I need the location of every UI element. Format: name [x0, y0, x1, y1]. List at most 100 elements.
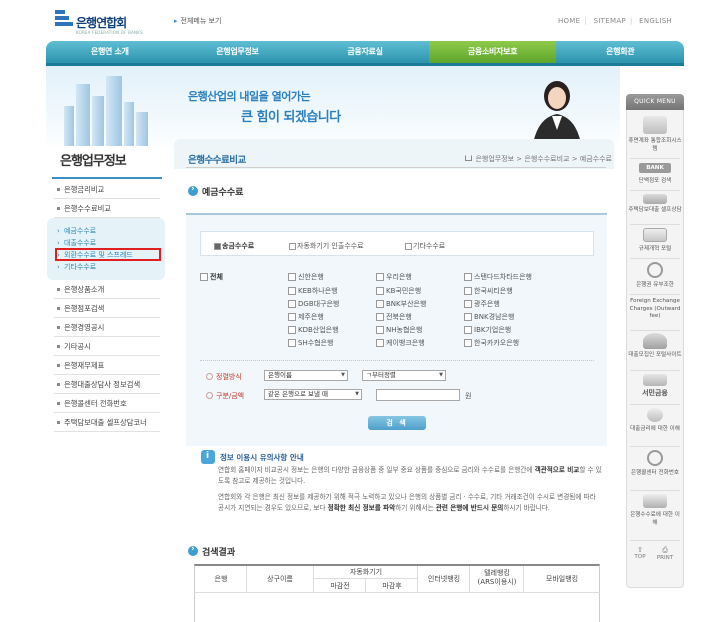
checkbox-bank[interactable]: 우리은행 [376, 272, 412, 282]
search-button[interactable]: 검 색 [368, 416, 426, 430]
english-link[interactable]: ENGLISH [639, 17, 672, 25]
gnb-item-bank-info[interactable]: 은행업무정보 [174, 41, 302, 63]
sidebar-sub-deposit-fee[interactable]: 예금수수료 [56, 225, 96, 237]
filter-divider [200, 360, 594, 361]
checkbox-bank[interactable]: 제주은행 [288, 312, 324, 322]
checkbox-bank[interactable]: 전북은행 [376, 312, 412, 322]
sidebar-item-products[interactable]: 은행상품소개 [54, 280, 160, 299]
highlight-box [55, 248, 161, 261]
quick-item-loan-rate[interactable]: 대출금리에 대한 이해 [628, 426, 682, 434]
quick-item-loan-agent-portal[interactable]: 대출모집인 포털사이트 [628, 352, 682, 360]
banner-person-image [532, 81, 582, 150]
sort-order-select[interactable]: ㄱ부터정렬 [362, 370, 446, 381]
col-atm-after: 마감후 [382, 582, 402, 590]
col-internet: 인터넷뱅킹 [427, 575, 461, 583]
sidebar-item-rate-compare[interactable]: 은행금리비교 [54, 180, 160, 199]
gnb-item-consumer[interactable]: 금융소비자보호 [428, 41, 557, 63]
sidebar-sub-other-fee[interactable]: 기타수수료 [56, 261, 96, 273]
quick-item-branch-search[interactable]: 단백점포 검색 [628, 178, 682, 186]
gnb-item-library[interactable]: 금융자료실 [301, 41, 429, 63]
sidebar-item-management[interactable]: 은행경영공시 [54, 318, 160, 337]
people-icon [643, 333, 667, 349]
all-menu-link[interactable]: 전체메뉴 보기 [174, 16, 222, 26]
sitemap-link[interactable]: SITEMAP [594, 17, 626, 25]
logo-icon [55, 10, 73, 26]
checkbox-bank[interactable]: KEB하나은행 [288, 286, 338, 296]
col-atm: 자동화기기 [349, 568, 383, 576]
result-title-text: 검색결과 [202, 548, 236, 558]
checkbox-bank[interactable]: KDB산업은행 [288, 325, 339, 335]
checkbox-bank[interactable]: BNK경남은행 [464, 312, 514, 322]
sidebar-item-mortgage-self[interactable]: 주택담보대출 셀프상담코너 [54, 413, 160, 432]
sidebar-item-loan-agent[interactable]: 은행대출상담사 정보검색 [54, 375, 160, 394]
tab-remittance-fee[interactable]: 송금수수료 [214, 241, 254, 251]
quick-item-microfinance[interactable]: 서민금융 [628, 389, 682, 398]
header-divider [186, 167, 606, 168]
checkbox-all-banks[interactable]: 전체 [200, 272, 223, 282]
col-telebanking: 텔레뱅킹 (ARS이용시) [477, 569, 517, 586]
quick-item-callcenter[interactable]: 은행콜센터 전화번호 [628, 470, 682, 478]
remit-type-select[interactable]: 같은 은행으로 보낼 때 [264, 389, 362, 400]
checkbox-bank[interactable]: 케이뱅크은행 [376, 338, 425, 348]
checkbox-bank[interactable]: 신한은행 [288, 272, 324, 282]
logo[interactable]: 은행연합회 KOREA FEDERATION OF BANKS [52, 8, 152, 38]
notice-paragraph-2: 연합회와 각 은행은 최신 정보를 제공하기 위해 적극 노력하고 있으나 은행… [218, 493, 596, 512]
sidebar-item-fee-compare[interactable]: 은행수수료비교 [54, 199, 160, 218]
house-icon [643, 194, 667, 204]
home-link[interactable]: HOME [558, 17, 580, 25]
checkbox-bank[interactable]: 스탠다드차타드은행 [464, 272, 532, 282]
coins-icon [643, 494, 667, 508]
checkbox-bank[interactable]: KB국민은행 [376, 286, 421, 296]
print-button[interactable]: ⎙ PRINT [654, 546, 676, 561]
logo-subtext: KOREA FEDERATION OF BANKS [76, 30, 143, 35]
quick-item-fee-guide[interactable]: 은행수수료에 대한 이해 [628, 512, 682, 527]
checkbox-bank[interactable]: IBK기업은행 [464, 325, 511, 335]
quick-item-regulation-portal[interactable]: 규제개혁 포털 [628, 246, 682, 254]
notice-paragraph-1: 연합회 홈페이지 비교공시 정보는 은행의 다양한 금융상품 중 일부 중요 상… [218, 466, 602, 485]
sidebar-item-other-disclosure[interactable]: 기타공시 [54, 337, 160, 356]
arrow-circle-icon [188, 184, 198, 196]
amount-input[interactable] [376, 389, 460, 401]
gnb-item-hall[interactable]: 은행회관 [556, 41, 684, 63]
sidebar-item-financials[interactable]: 은행재무제표 [54, 356, 160, 375]
quick-item-mortgage-self[interactable]: 주택담보대출 셀프상담 [628, 207, 682, 215]
printer-icon: ⎙ [662, 546, 668, 554]
quick-menu-title: QUICK MENU [626, 94, 684, 110]
checkbox-bank[interactable]: 한국카카오은행 [464, 338, 519, 348]
table-header-divider [194, 592, 600, 593]
tab-other-fee[interactable]: 기타수수료 [405, 241, 445, 251]
headset-icon [647, 450, 663, 466]
checkbox-bank[interactable]: 한국씨티은행 [464, 286, 513, 296]
util-links: HOME | SITEMAP | ENGLISH [557, 17, 672, 25]
top-button[interactable]: ⇧ TOP [631, 546, 649, 560]
col-product: 상구이름 [267, 575, 293, 583]
global-nav: 은행연 소개 은행업무정보 금융자료실 금융소비자보호 은행회관 [46, 41, 684, 63]
gnb-item-about[interactable]: 은행연 소개 [46, 41, 174, 63]
checkbox-bank[interactable]: 광주은행 [464, 299, 500, 309]
percent-icon [647, 408, 663, 422]
dormant-account-icon [643, 116, 667, 134]
quick-item-bank-search[interactable]: 은행권 유부조한 [628, 282, 682, 290]
handshake-icon [643, 374, 667, 386]
sort-label: 정렬방식 [206, 372, 242, 382]
quick-item-dormant-account[interactable]: 휴면계좌 통합조회시스템 [628, 138, 682, 153]
quick-item-foreign-exchange[interactable]: Foreign Exchange Charges (Outward fee) [628, 298, 682, 321]
type-amount-label: 구분/금액 [206, 391, 244, 401]
sidebar-title: 은행업무정보 [60, 154, 127, 169]
section-title-text: 예금수수료 [202, 188, 244, 198]
document-icon [643, 228, 667, 242]
home-icon[interactable] [465, 155, 473, 161]
sidebar-item-callcenter[interactable]: 은행콜센터 전화번호 [54, 394, 160, 413]
checkbox-bank[interactable]: SH수협은행 [288, 338, 333, 348]
checkbox-bank[interactable]: DGB대구은행 [288, 299, 339, 309]
checkbox-bank[interactable]: NH농협은행 [376, 325, 422, 335]
sidebar-item-branch-search[interactable]: 은행점포검색 [54, 299, 160, 318]
breadcrumb-text: 은행업무정보 > 은행수수료비교 > 예금수수료 [475, 155, 612, 163]
magnifier-icon [647, 262, 663, 278]
tab-atm-fee[interactable]: 자동화기기 인출수수료 [289, 241, 364, 251]
arrow-circle-icon [188, 544, 198, 556]
col-bank: 은행 [214, 575, 228, 583]
sort-select-field[interactable]: 은행이름 [264, 370, 348, 381]
won-unit-label: 원 [465, 392, 472, 400]
checkbox-bank[interactable]: BNK부산은행 [376, 299, 426, 309]
